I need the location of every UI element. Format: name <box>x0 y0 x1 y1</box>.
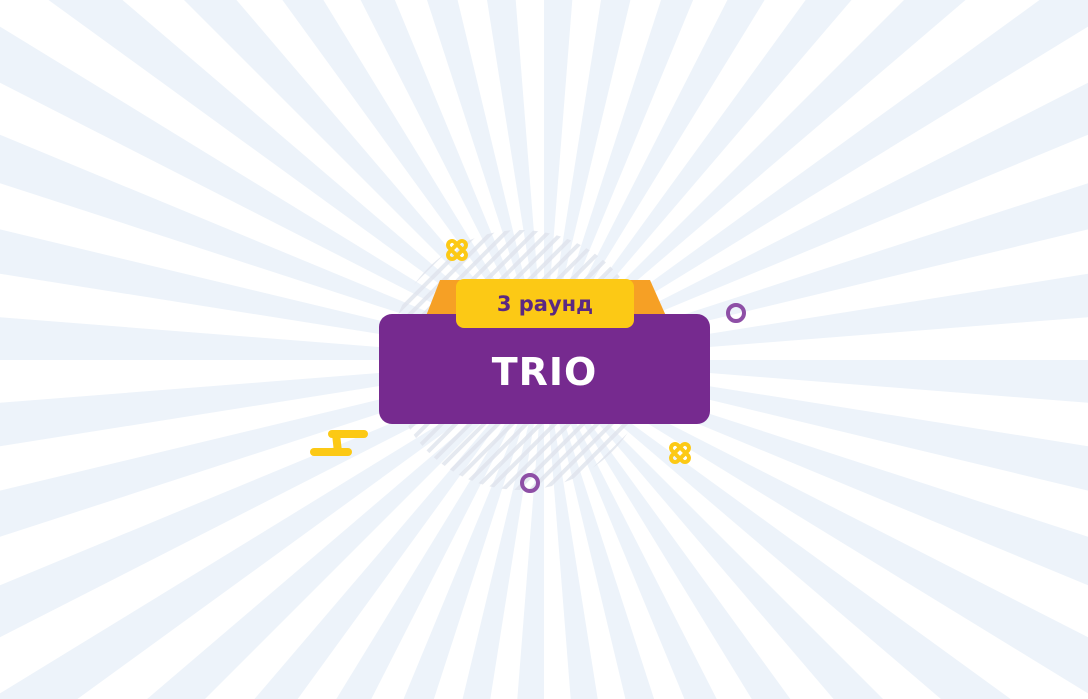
game-title: TRIO <box>491 350 598 394</box>
round-label: 3 раунд <box>496 291 594 316</box>
round-tab: 3 раунд <box>456 279 634 328</box>
game-title-panel: TRIO <box>379 314 710 424</box>
